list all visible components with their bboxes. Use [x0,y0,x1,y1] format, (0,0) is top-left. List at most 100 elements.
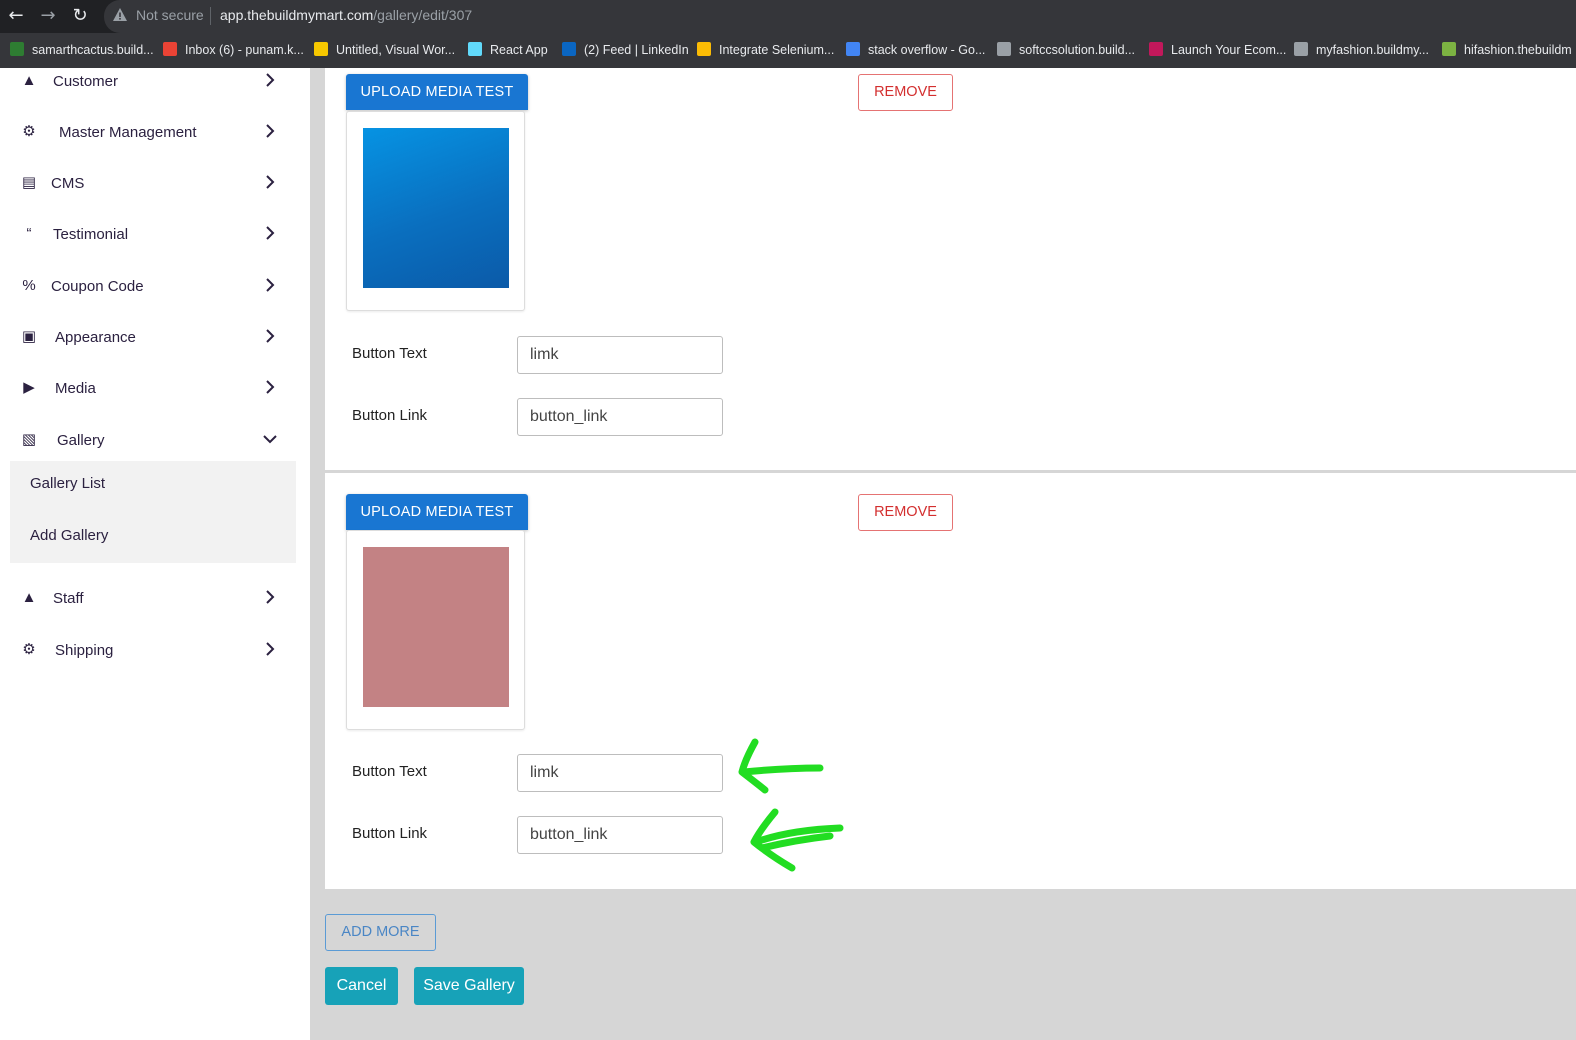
sidebar-item-media[interactable]: ▶ Media [0,369,296,409]
back-arrow-icon[interactable]: ← [6,6,26,26]
document-icon: ▤ [21,174,37,191]
url-text[interactable]: app.thebuildmymart.com/gallery/edit/307 [220,7,472,23]
bookmark-item[interactable]: stack overflow - Go... [846,41,985,59]
annotation-arrows [738,738,844,872]
sidebar-item-cms[interactable]: ▤ CMS [0,164,296,204]
leaf-icon [1442,42,1456,56]
chevron-right-icon [266,175,275,189]
add-more-button[interactable]: ADD MORE [325,914,436,951]
sidebar-item-add-gallery[interactable]: Add Gallery [30,527,108,544]
sidebar-item-label: Testimonial [53,226,129,243]
cancel-button[interactable]: Cancel [325,967,398,1005]
url-path: /gallery/edit/307 [373,7,473,23]
chevron-right-icon [266,124,275,138]
gmail-icon [163,42,177,56]
browser-toolbar: ← → ↻ Not secure app.thebuildmymart.com/… [0,0,1576,33]
sidebar-item-customer[interactable]: ▲ Customer [0,68,296,102]
sidebar-item-testimonial[interactable]: “ Testimonial [0,215,296,255]
sidebar-item-gallery-list[interactable]: Gallery List [30,475,105,492]
bookmark-label: myfashion.buildmy... [1316,43,1430,57]
bookmark-item[interactable]: (2) Feed | LinkedIn [562,41,689,59]
sidebar-item-label: Gallery [57,432,105,449]
reload-icon[interactable]: ↻ [70,6,90,26]
upload-media-button[interactable]: UPLOAD MEDIA TEST [346,494,528,530]
sidebar-item-label: CMS [51,175,85,192]
chevron-right-icon [266,642,275,656]
bookmark-item[interactable]: React App [468,41,548,59]
annotation-arrow-icon [738,738,824,794]
sidebar: Gallery List Add Gallery ▲ Customer ⚙ Maste… [0,68,310,1040]
bookmark-item[interactable]: Inbox (6) - punam.k... [163,41,304,59]
bookmark-item[interactable]: samarthcactus.build... [10,41,154,59]
bookmark-item[interactable]: Launch Your Ecom... [1149,41,1286,59]
url-host: app.thebuildmymart.com [220,7,374,23]
gallery-icon: ▧ [21,431,37,448]
bookmark-label: (2) Feed | LinkedIn [584,43,689,57]
chevron-right-icon [266,73,275,87]
sidebar-item-label: Master Management [59,124,197,141]
chevron-right-icon [266,329,275,343]
sidebar-item-staff[interactable]: ▲ Staff [0,579,296,619]
bookmark-item[interactable]: Untitled, Visual Wor... [314,41,455,59]
react-icon [468,42,482,56]
sidebar-item-gallery[interactable]: ▧ Gallery [0,421,296,461]
button-text-label: Button Text [352,763,427,780]
warning-icon [113,8,127,21]
chevron-right-icon [266,226,275,240]
miro-icon [314,42,328,56]
upload-media-button[interactable]: UPLOAD MEDIA TEST [346,74,528,110]
bookmark-label: Integrate Selenium... [719,43,835,57]
media-card-2: UPLOAD MEDIA TEST REMOVE Button Text lim… [325,473,1576,889]
sidebar-item-shipping[interactable]: ⚙ Shipping [0,631,296,671]
sidebar-item-label: Customer [53,73,119,90]
bookmark-label: samarthcactus.build... [32,43,154,57]
media-thumbnail[interactable] [363,128,509,288]
bookmark-label: Inbox (6) - punam.k... [185,43,304,57]
button-link-input[interactable]: button_link [517,398,723,436]
url-divider [210,7,211,25]
chevron-right-icon [266,590,275,604]
store-icon [1149,42,1163,56]
media-thumbnail-frame [346,530,525,730]
chrome-icon [697,42,711,56]
main-content: UPLOAD MEDIA TEST REMOVE Button Text lim… [310,68,1576,1040]
sidebar-item-appearance[interactable]: ▣ Appearance [0,318,296,358]
forward-arrow-icon[interactable]: → [38,6,58,26]
sidebar-item-label: Appearance [55,329,136,346]
sidebar-item-label: Media [55,380,96,397]
bookmark-label: React App [490,43,548,57]
sidebar-item-label: Shipping [55,642,114,659]
bookmarks-bar: samarthcactus.build... Inbox (6) - punam.… [0,33,1576,68]
chevron-right-icon [266,380,275,394]
save-gallery-button[interactable]: Save Gallery [414,967,524,1005]
user-gear-icon: ⚙ [22,123,36,140]
bookmark-item[interactable]: hifashion.thebuildm [1442,41,1572,59]
media-thumbnail-frame [346,111,525,311]
remove-button[interactable]: REMOVE [858,74,953,111]
quote-icon: “ [26,225,32,242]
bookmark-label: hifashion.thebuildm [1464,43,1572,57]
chevron-down-icon [263,435,277,444]
bookmark-label: Untitled, Visual Wor... [336,43,456,57]
annotation-arrow-icon [750,808,844,872]
button-link-label: Button Link [352,407,428,424]
bookmark-label: Launch Your Ecom... [1171,43,1287,57]
bookmark-item[interactable]: myfashion.buildmy... [1294,41,1429,59]
play-circle-icon: ▶ [23,379,35,396]
button-text-input[interactable]: limk [517,336,723,374]
globe-icon [1294,42,1308,56]
button-text-label: Button Text [352,345,427,362]
bookmark-label: stack overflow - Go... [868,43,986,57]
globe-icon [997,42,1011,56]
image-icon: ▣ [21,328,37,345]
button-text-input[interactable]: limk [517,754,723,792]
sidebar-item-coupon-code[interactable]: % Coupon Code [0,267,296,307]
bookmark-item[interactable]: softccsolution.build... [997,41,1135,59]
user-icon: ▲ [21,72,37,89]
remove-button[interactable]: REMOVE [858,494,953,531]
button-link-input[interactable]: button_link [517,816,723,854]
media-thumbnail[interactable] [363,547,509,707]
google-icon [846,42,860,56]
sidebar-item-master-management[interactable]: ⚙ Master Management [0,113,296,153]
bookmark-item[interactable]: Integrate Selenium... [697,41,834,59]
